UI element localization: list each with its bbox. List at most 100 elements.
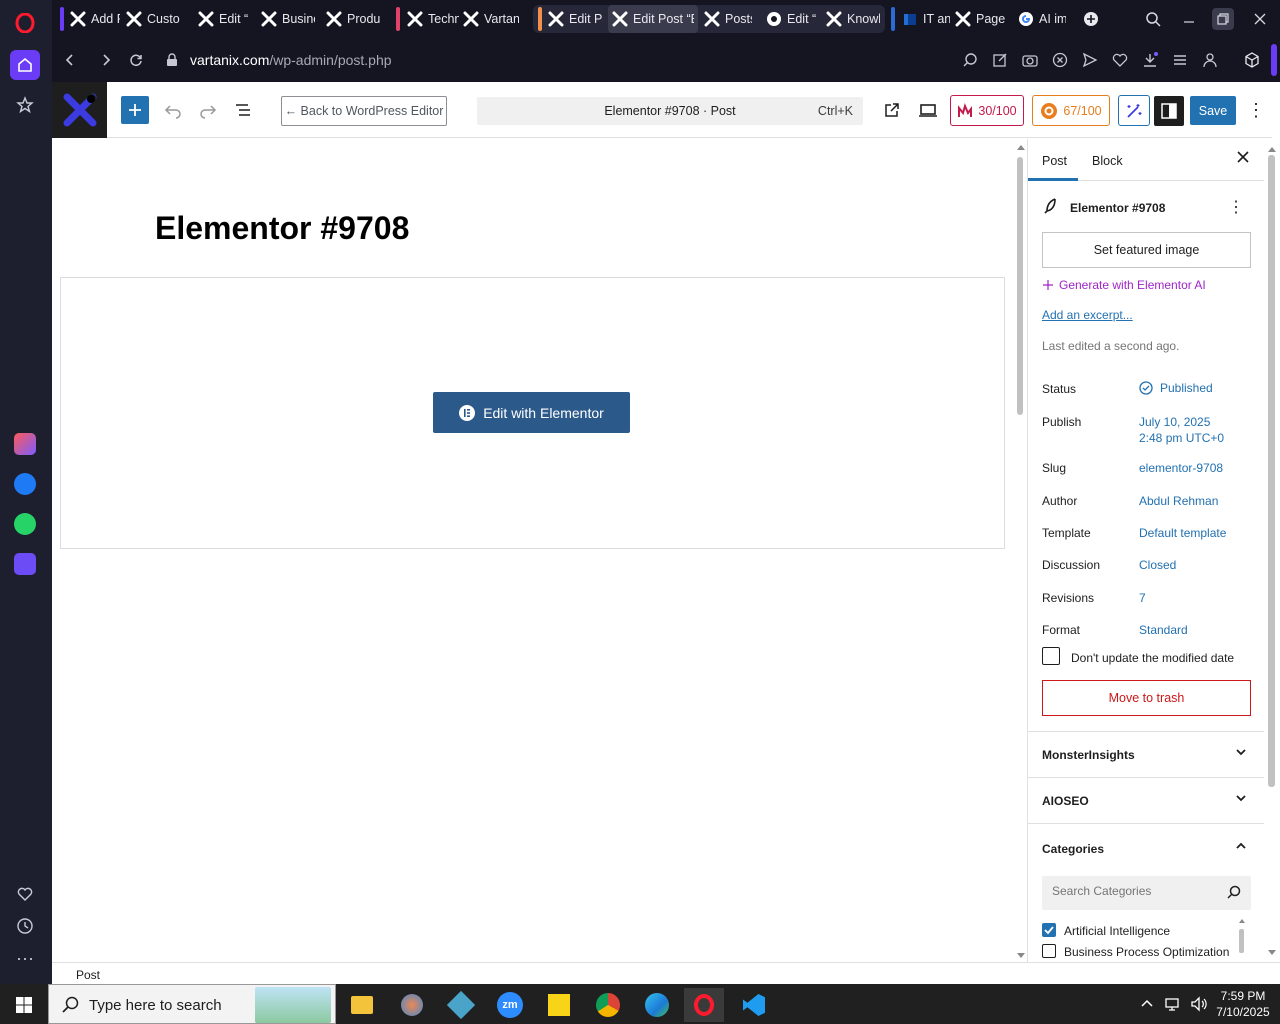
options-menu-icon[interactable]: ⋮ (1244, 96, 1268, 124)
external-view-icon[interactable] (878, 96, 906, 124)
meta-value-author[interactable]: Abdul Rehman (1139, 494, 1218, 508)
home-icon[interactable] (10, 50, 40, 80)
browser-tab[interactable]: AI ima (1014, 5, 1070, 33)
category-checkbox[interactable] (1042, 944, 1056, 958)
browser-tab[interactable]: Busine (257, 5, 319, 33)
section-aioseo[interactable]: AIOSEO (1028, 777, 1264, 823)
opera-taskbar-icon[interactable] (684, 988, 724, 1022)
move-to-trash-button[interactable]: Move to trash (1042, 680, 1251, 716)
section-categories[interactable]: Categories Artificial Intelligence Busin… (1028, 823, 1264, 962)
meta-value-status[interactable]: Published (1139, 381, 1213, 395)
send-icon[interactable] (1080, 50, 1100, 70)
meta-value-format[interactable]: Standard (1139, 623, 1188, 637)
messenger-icon[interactable] (10, 469, 40, 499)
favorite-heart-icon[interactable] (1110, 50, 1130, 70)
close-window-button[interactable] (1249, 8, 1271, 30)
sidebar-scrollbar[interactable] (1265, 139, 1279, 962)
settings-sidebar-toggle-icon[interactable] (1154, 96, 1184, 126)
seo-score-button[interactable]: 30/100 (950, 95, 1024, 126)
url-text[interactable]: vartanix.com/wp-admin/post.php (190, 52, 392, 68)
close-icon[interactable] (1237, 151, 1249, 166)
browser-tab[interactable]: Pages (951, 5, 1009, 33)
canvas-scrollbar[interactable] (1014, 139, 1026, 962)
forward-arrow-icon[interactable] (96, 50, 116, 70)
set-featured-image-button[interactable]: Set featured image (1042, 232, 1251, 268)
network-icon[interactable] (1165, 996, 1181, 1015)
search-categories-field[interactable] (1052, 884, 1212, 898)
browser-tab[interactable]: Knowl (822, 5, 884, 33)
camera-icon[interactable] (1020, 50, 1040, 70)
browser-tab[interactable]: Vartan (459, 5, 523, 33)
meta-value-publish[interactable]: July 10, 2025 2:48 pm UTC+0 (1139, 415, 1224, 445)
tab-block[interactable]: Block (1092, 154, 1123, 168)
windows-start-icon[interactable] (4, 988, 44, 1022)
browser-tab[interactable]: IT and (898, 5, 954, 33)
sticky-notes-icon[interactable] (539, 988, 579, 1022)
zoom-icon[interactable]: zm (490, 988, 530, 1022)
generate-ai-link[interactable]: Generate with Elementor AI (1042, 278, 1206, 292)
post-title[interactable]: Elementor #9708 (155, 210, 409, 247)
whatsapp-icon[interactable] (10, 509, 40, 539)
browser-tab[interactable]: Edit “A (194, 5, 252, 33)
search-page-icon[interactable] (960, 50, 980, 70)
browser-tab[interactable]: Posts (700, 5, 756, 33)
history-icon[interactable] (10, 911, 40, 941)
clock[interactable]: 7:59 PM 7/10/2025 (1214, 988, 1272, 1020)
section-monsterinsights[interactable]: MonsterInsights (1028, 731, 1264, 777)
meta-value-discussion[interactable]: Closed (1139, 558, 1176, 572)
extensions-cube-icon[interactable] (1242, 50, 1262, 70)
category-checkbox-checked[interactable] (1042, 923, 1056, 937)
profile-icon[interactable] (1200, 50, 1220, 70)
volume-icon[interactable] (1190, 996, 1208, 1015)
chrome-icon[interactable] (588, 988, 628, 1022)
command-palette-bar[interactable]: Elementor #9708 · Post Ctrl+K (477, 97, 863, 125)
browser-tab[interactable]: Techn (403, 5, 463, 33)
readability-score-button[interactable]: 67/100 (1032, 95, 1110, 126)
minimize-button[interactable] (1178, 8, 1200, 30)
more-icon[interactable]: ··· (10, 943, 40, 973)
undo-icon[interactable] (159, 96, 187, 124)
meta-value-template[interactable]: Default template (1139, 526, 1226, 540)
paint-icon[interactable] (392, 988, 432, 1022)
search-categories-input[interactable] (1042, 876, 1251, 910)
adblock-icon[interactable] (1050, 50, 1070, 70)
back-to-wordpress-editor-button[interactable]: ← Back to WordPress Editor (281, 96, 447, 126)
music-player-icon[interactable] (10, 549, 40, 579)
lock-icon[interactable] (162, 50, 182, 70)
save-button[interactable]: Save (1190, 96, 1236, 125)
browser-tab[interactable]: Produ (322, 5, 384, 33)
new-tab-button[interactable] (1080, 8, 1102, 30)
browser-tab[interactable]: Edit Post “E (608, 5, 698, 33)
browser-tab[interactable]: Add P (66, 5, 124, 33)
app-icon[interactable] (441, 988, 481, 1022)
tab-post[interactable]: Post (1042, 154, 1067, 168)
dont-update-checkbox[interactable] (1042, 647, 1060, 665)
site-logo[interactable] (52, 82, 107, 138)
opera-logo-icon[interactable] (10, 8, 40, 38)
add-block-button[interactable] (121, 96, 149, 124)
footer-breadcrumb[interactable]: Post (76, 968, 100, 982)
reload-icon[interactable] (126, 50, 146, 70)
ai-magic-icon[interactable] (1118, 95, 1150, 126)
post-actions-icon[interactable]: ⋮ (1228, 197, 1244, 217)
search-tabs-icon[interactable] (1142, 8, 1164, 30)
meta-value-revisions[interactable]: 7 (1139, 591, 1146, 605)
chevron-up-icon[interactable] (1140, 996, 1154, 1013)
categories-scrollbar[interactable] (1239, 919, 1245, 959)
file-explorer-icon[interactable] (342, 988, 382, 1022)
redo-icon[interactable] (194, 96, 222, 124)
browser-tab[interactable]: Custo (122, 5, 186, 33)
browser-tab[interactable]: Edit P (544, 5, 612, 33)
download-icon[interactable] (1140, 50, 1160, 70)
edit-with-elementor-button[interactable]: Edit with Elementor (433, 392, 630, 433)
document-overview-icon[interactable] (229, 96, 257, 124)
star-icon[interactable] (10, 90, 40, 120)
meta-value-slug[interactable]: elementor-9708 (1139, 461, 1223, 475)
back-arrow-icon[interactable] (60, 50, 80, 70)
vscode-icon[interactable] (734, 988, 774, 1022)
device-preview-icon[interactable] (914, 96, 942, 124)
easy-setup-icon[interactable] (1170, 50, 1190, 70)
restore-button[interactable] (1212, 8, 1234, 30)
add-excerpt-link[interactable]: Add an excerpt... (1042, 308, 1133, 322)
heart-icon[interactable] (10, 879, 40, 909)
